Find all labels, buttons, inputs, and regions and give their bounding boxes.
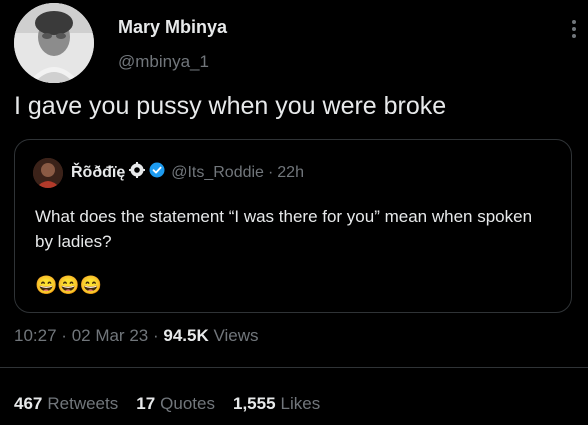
tweet-stats: 467 Retweets 17 Quotes 1,555 Likes <box>14 394 338 414</box>
quoted-author-avatar[interactable] <box>33 158 63 188</box>
tweet-time[interactable]: 10:27 <box>14 326 57 345</box>
author-avatar[interactable] <box>14 3 94 83</box>
tweet-date[interactable]: 02 Mar 23 <box>72 326 149 345</box>
author-handle[interactable]: @mbinya_1 <box>118 52 209 72</box>
quotes-count[interactable]: 17 <box>136 394 155 413</box>
more-options-icon[interactable] <box>568 17 580 41</box>
separator-dot: · <box>152 326 159 345</box>
quotes-label[interactable]: Quotes <box>160 394 215 413</box>
quoted-author-handle[interactable]: @Its_Roddie <box>171 164 264 182</box>
tweet-meta: 10:27 · 02 Mar 23 · 94.5K Views <box>14 326 259 346</box>
quoted-author-name[interactable]: Řõðđïę <box>71 164 125 182</box>
quoted-tweet-card[interactable]: Řõðđïę @Its_Roddie · 22h What does the s… <box>14 139 572 313</box>
gear-icon <box>129 162 146 183</box>
views-label: Views <box>213 326 259 345</box>
emoji-row: 😄😄😄 <box>35 275 103 295</box>
quoted-tweet-header: Řõðđïę @Its_Roddie · 22h <box>71 162 304 183</box>
likes-label[interactable]: Likes <box>281 394 321 413</box>
views-count: 94.5K <box>163 326 209 345</box>
verified-badge-icon <box>149 162 165 183</box>
separator-dot: · <box>267 163 274 181</box>
retweets-label[interactable]: Retweets <box>47 394 118 413</box>
quoted-tweet-text: What does the statement “I was there for… <box>35 207 533 251</box>
separator-dot: · <box>61 326 67 345</box>
tweet-detail: Mary Mbinya @mbinya_1 I gave you pussy w… <box>0 0 588 425</box>
divider <box>0 367 588 368</box>
likes-count[interactable]: 1,555 <box>233 394 276 413</box>
retweets-count[interactable]: 467 <box>14 394 42 413</box>
author-name[interactable]: Mary Mbinya <box>118 17 227 38</box>
tweet-text: I gave you pussy when you were broke <box>14 92 447 120</box>
quoted-tweet-time[interactable]: 22h <box>277 164 304 182</box>
